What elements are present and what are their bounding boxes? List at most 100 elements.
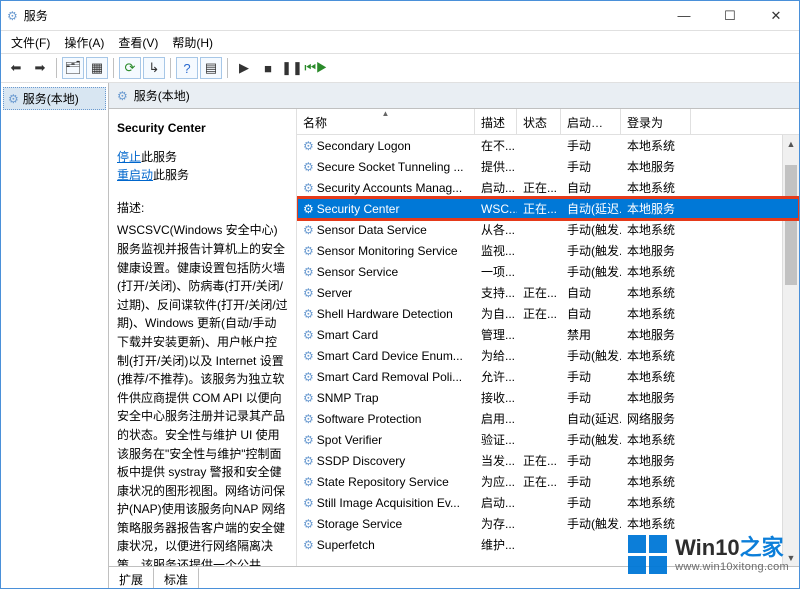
service-logon: 本地系统 xyxy=(621,494,691,511)
forward-icon: ➡ xyxy=(35,60,46,76)
service-row[interactable]: ⚙Secure Socket Tunneling ...提供...手动本地服务 xyxy=(297,156,799,177)
export-button[interactable]: ↳ xyxy=(143,57,165,79)
service-name: Spot Verifier xyxy=(317,433,382,447)
service-startup: 手动 xyxy=(561,473,621,490)
service-name: Security Center xyxy=(317,202,400,216)
close-button[interactable]: ✕ xyxy=(753,1,799,30)
service-row[interactable]: ⚙Shell Hardware Detection为自...正在...自动本地系… xyxy=(297,303,799,324)
service-row[interactable]: ⚙Storage Service为存...手动(触发...本地系统 xyxy=(297,513,799,534)
service-name: SNMP Trap xyxy=(317,391,379,405)
col-header-startup[interactable]: 启动类型 xyxy=(561,109,621,134)
gear-icon: ⚙ xyxy=(303,308,314,320)
service-row[interactable]: ⚙Software Protection启用...自动(延迟...网络服务 xyxy=(297,408,799,429)
menu-action[interactable]: 操作(A) xyxy=(58,32,110,53)
service-row[interactable]: ⚙Smart Card Removal Poli...允许...手动本地系统 xyxy=(297,366,799,387)
gear-icon: ⚙ xyxy=(303,245,314,257)
service-desc: 为存... xyxy=(475,515,517,532)
service-row[interactable]: ⚙Security CenterWSC...正在...自动(延迟...本地服务 xyxy=(297,198,799,219)
stop-service-link[interactable]: 停止 xyxy=(117,150,141,164)
service-row[interactable]: ⚙Sensor Service一项...手动(触发...本地系统 xyxy=(297,261,799,282)
gear-icon: ⚙ xyxy=(303,434,314,446)
minimize-button[interactable]: — xyxy=(661,1,707,30)
scroll-thumb[interactable] xyxy=(785,165,797,285)
service-desc: 在不... xyxy=(475,137,517,154)
col-header-logon[interactable]: 登录为 xyxy=(621,109,691,134)
service-row[interactable]: ⚙Security Accounts Manag...启动...正在...自动本… xyxy=(297,177,799,198)
service-logon: 本地系统 xyxy=(621,347,691,364)
tab-extended[interactable]: 扩展 xyxy=(109,567,154,588)
main-header-title: 服务(本地) xyxy=(134,87,190,104)
service-status: 正在... xyxy=(517,473,561,490)
service-desc: 提供... xyxy=(475,158,517,175)
restart-service-button[interactable]: ⏮▶ xyxy=(305,57,327,79)
start-service-button[interactable]: ▶ xyxy=(233,57,255,79)
stop-service-button[interactable]: ■ xyxy=(257,57,279,79)
help-button[interactable]: ? xyxy=(176,57,198,79)
restart-service-link[interactable]: 重启动 xyxy=(117,168,153,182)
service-logon: 本地系统 xyxy=(621,368,691,385)
service-row[interactable]: ⚙Secondary Logon在不...手动本地系统 xyxy=(297,135,799,156)
up-button[interactable]: 🗂 xyxy=(62,57,84,79)
service-row[interactable]: ⚙SSDP Discovery当发...正在...手动本地服务 xyxy=(297,450,799,471)
service-row[interactable]: ⚙Smart Card Device Enum...为给...手动(触发...本… xyxy=(297,345,799,366)
properties-icon: ▤ xyxy=(205,60,217,76)
maximize-button[interactable]: ☐ xyxy=(707,1,753,30)
service-status: 正在... xyxy=(517,305,561,322)
service-startup: 自动 xyxy=(561,305,621,322)
service-name: Smart Card xyxy=(317,328,378,342)
service-row[interactable]: ⚙SNMP Trap接收...手动本地服务 xyxy=(297,387,799,408)
gear-icon: ⚙ xyxy=(303,161,314,173)
service-logon: 本地服务 xyxy=(621,326,691,343)
service-name: Sensor Monitoring Service xyxy=(317,244,458,258)
gear-icon: ⚙ xyxy=(303,287,314,299)
service-status: 正在... xyxy=(517,179,561,196)
gear-icon: ⚙ xyxy=(8,93,19,105)
service-row[interactable]: ⚙Sensor Monitoring Service监视...手动(触发...本… xyxy=(297,240,799,261)
service-startup: 自动(延迟... xyxy=(561,200,621,217)
refresh-button[interactable]: ⟳ xyxy=(119,57,141,79)
scroll-down-button[interactable]: ▼ xyxy=(783,549,799,566)
service-desc: 维护... xyxy=(475,536,517,553)
col-header-desc[interactable]: 描述 xyxy=(475,109,517,134)
service-row[interactable]: ⚙State Repository Service为应...正在...手动本地系… xyxy=(297,471,799,492)
gear-icon: ⚙ xyxy=(303,371,314,383)
gear-icon: ⚙ xyxy=(117,90,128,102)
service-desc: 管理... xyxy=(475,326,517,343)
menu-view[interactable]: 查看(V) xyxy=(112,32,164,53)
console-icon: ▦ xyxy=(91,60,103,76)
service-startup: 手动 xyxy=(561,452,621,469)
titlebar[interactable]: ⚙ 服务 — ☐ ✕ xyxy=(1,1,799,31)
col-header-name[interactable]: 名称▲ xyxy=(297,109,475,134)
service-row[interactable]: ⚙Server支持...正在...自动本地系统 xyxy=(297,282,799,303)
service-logon: 网络服务 xyxy=(621,410,691,427)
service-name: Security Accounts Manag... xyxy=(317,181,462,195)
properties-button[interactable]: ▤ xyxy=(200,57,222,79)
service-row[interactable]: ⚙Still Image Acquisition Ev...启动...手动本地系… xyxy=(297,492,799,513)
forward-button[interactable]: ➡ xyxy=(29,57,51,79)
refresh-icon: ⟳ xyxy=(125,60,136,76)
service-name: Sensor Data Service xyxy=(317,223,427,237)
service-row[interactable]: ⚙Spot Verifier验证...手动(触发...本地系统 xyxy=(297,429,799,450)
menu-help[interactable]: 帮助(H) xyxy=(166,32,219,53)
service-row[interactable]: ⚙Sensor Data Service从各...手动(触发...本地系统 xyxy=(297,219,799,240)
pause-service-button[interactable]: ❚❚ xyxy=(281,57,303,79)
col-header-status[interactable]: 状态 xyxy=(517,109,561,134)
service-startup: 手动 xyxy=(561,137,621,154)
restart-suffix: 此服务 xyxy=(153,168,189,182)
service-logon: 本地系统 xyxy=(621,284,691,301)
tree-item-services-local[interactable]: ⚙ 服务(本地) xyxy=(3,87,106,110)
list-header: 名称▲ 描述 状态 启动类型 登录为 xyxy=(297,109,799,135)
service-desc: 监视... xyxy=(475,242,517,259)
tab-standard[interactable]: 标准 xyxy=(154,567,199,588)
service-logon: 本地系统 xyxy=(621,515,691,532)
service-startup: 手动(触发... xyxy=(561,347,621,364)
back-button[interactable]: ⬅ xyxy=(5,57,27,79)
service-name: Storage Service xyxy=(317,517,402,531)
menu-file[interactable]: 文件(F) xyxy=(5,32,56,53)
service-row[interactable]: ⚙Superfetch维护... xyxy=(297,534,799,555)
service-logon: 本地系统 xyxy=(621,473,691,490)
scroll-up-button[interactable]: ▲ xyxy=(783,135,799,152)
gear-icon: ⚙ xyxy=(303,518,314,530)
service-row[interactable]: ⚙Smart Card管理...禁用本地服务 xyxy=(297,324,799,345)
show-hide-console-button[interactable]: ▦ xyxy=(86,57,108,79)
